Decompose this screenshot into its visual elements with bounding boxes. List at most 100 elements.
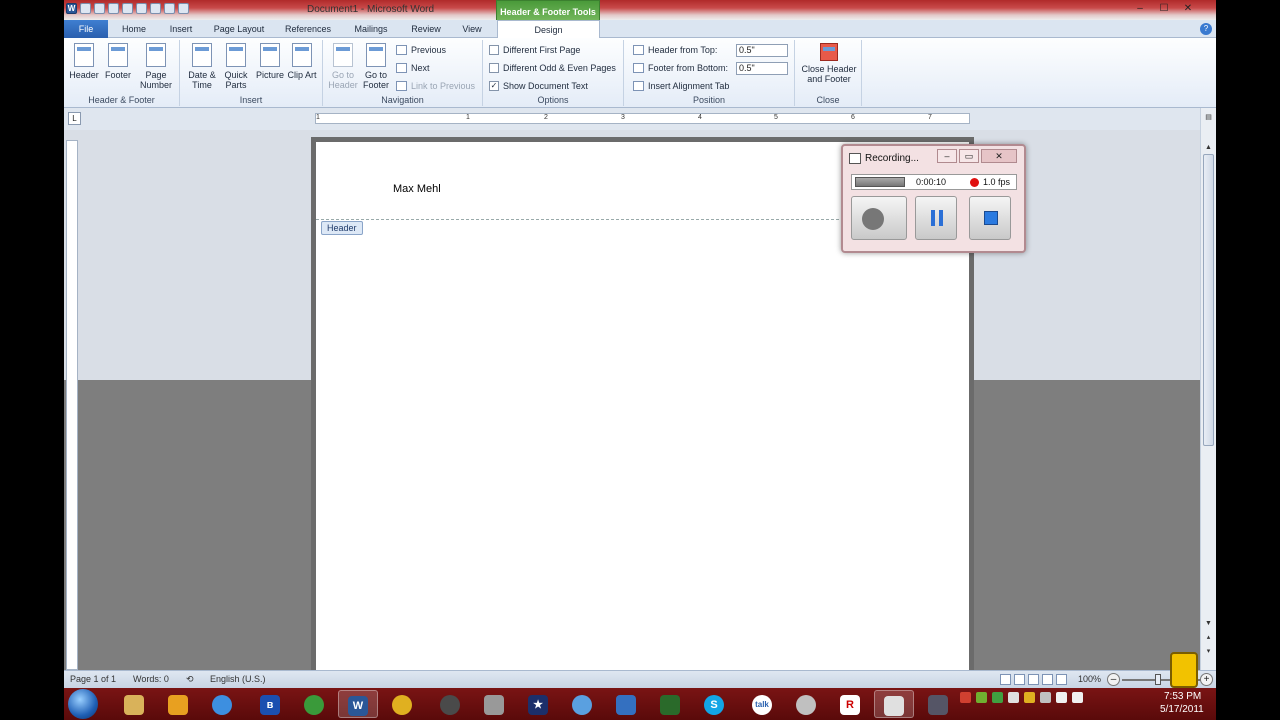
word-count[interactable]: Words: 0 bbox=[133, 674, 169, 684]
horizontal-ruler[interactable]: 1 1 2 3 4 5 6 7 bbox=[315, 113, 970, 124]
previous-page-icon[interactable]: ▴ bbox=[1203, 632, 1214, 643]
draft-view-icon[interactable] bbox=[1056, 674, 1067, 685]
print-preview-icon[interactable] bbox=[136, 3, 147, 14]
undo-icon[interactable] bbox=[94, 3, 105, 14]
picture-button[interactable]: Picture bbox=[252, 43, 288, 80]
clip-art-button[interactable]: Clip Art bbox=[284, 43, 320, 80]
page-number-button[interactable]: Page Number bbox=[136, 43, 176, 90]
tray-icon-5[interactable] bbox=[1024, 692, 1035, 703]
taskbar-word[interactable]: W bbox=[338, 690, 378, 718]
recorder-close-icon[interactable]: ✕ bbox=[981, 149, 1017, 163]
taskbar-monitor[interactable] bbox=[650, 690, 690, 718]
header-text[interactable]: Max Mehl bbox=[393, 183, 441, 195]
show-document-text-checkbox[interactable]: ✓ Show Document Text bbox=[489, 79, 588, 93]
taskbar-bluetooth[interactable]: ʙ bbox=[250, 690, 290, 718]
taskbar-outlook[interactable] bbox=[158, 690, 198, 718]
tab-references[interactable]: References bbox=[282, 20, 334, 38]
tray-icon-6[interactable] bbox=[1040, 692, 1051, 703]
taskbar-disc[interactable] bbox=[786, 690, 826, 718]
footer-from-bottom-input[interactable]: 0.5" bbox=[736, 62, 788, 75]
taskbar-remote[interactable] bbox=[606, 690, 646, 718]
page-count[interactable]: Page 1 of 1 bbox=[70, 674, 116, 684]
help-icon[interactable]: ? bbox=[1200, 23, 1212, 35]
taskbar-explorer[interactable] bbox=[114, 690, 154, 718]
web-layout-icon[interactable] bbox=[1028, 674, 1039, 685]
proofing-icon[interactable]: ⟲ bbox=[186, 674, 194, 685]
word-app-icon[interactable]: W bbox=[66, 3, 77, 14]
close-header-footer-button[interactable]: Close Header and Footer bbox=[799, 43, 859, 84]
clock-time[interactable]: 7:53 PM bbox=[1164, 691, 1201, 702]
scroll-down-icon[interactable]: ▼ bbox=[1203, 618, 1214, 629]
zoom-in-icon[interactable]: + bbox=[1200, 673, 1213, 686]
different-first-page-checkbox[interactable]: Different First Page bbox=[489, 43, 580, 57]
volume-icon[interactable] bbox=[1072, 692, 1083, 703]
email-icon[interactable] bbox=[178, 3, 189, 14]
open-icon[interactable] bbox=[164, 3, 175, 14]
taskbar-itunes[interactable] bbox=[562, 690, 602, 718]
tab-file[interactable]: File bbox=[64, 20, 108, 38]
taskbar-steam[interactable] bbox=[430, 690, 470, 718]
zoom-slider[interactable] bbox=[1122, 679, 1212, 681]
pause-button[interactable] bbox=[915, 196, 957, 240]
tray-icon-4[interactable] bbox=[1008, 692, 1019, 703]
zoom-out-icon[interactable]: – bbox=[1107, 673, 1120, 686]
taskbar-star-app[interactable]: ★ bbox=[518, 690, 558, 718]
recorder-minimize-icon[interactable]: – bbox=[937, 149, 957, 163]
clock-date[interactable]: 5/17/2011 bbox=[1160, 704, 1204, 715]
taskbar-roblox[interactable]: R bbox=[830, 690, 870, 718]
tab-review[interactable]: Review bbox=[408, 20, 444, 38]
taskbar-gtalk[interactable]: talk bbox=[742, 690, 782, 718]
taskbar-media[interactable] bbox=[294, 690, 334, 718]
language[interactable]: English (U.S.) bbox=[210, 674, 266, 684]
tab-selector[interactable]: L bbox=[68, 112, 81, 125]
date-time-button[interactable]: Date & Time bbox=[184, 43, 220, 90]
go-to-header-button[interactable]: Go to Header bbox=[325, 43, 361, 90]
vertical-scrollbar[interactable]: ▤ ▲ ▼ ▴ ▾ bbox=[1200, 108, 1216, 670]
recorder-menu-dropdown[interactable] bbox=[855, 177, 905, 187]
tab-mailings[interactable]: Mailings bbox=[348, 20, 394, 38]
scroll-up-icon[interactable]: ▲ bbox=[1203, 142, 1214, 153]
zoom-level[interactable]: 100% bbox=[1078, 674, 1101, 684]
outline-view-icon[interactable] bbox=[1042, 674, 1053, 685]
header-from-top-input[interactable]: 0.5" bbox=[736, 44, 788, 57]
network-icon[interactable] bbox=[1056, 692, 1067, 703]
minimize-button[interactable]: – bbox=[1130, 2, 1150, 15]
start-button[interactable] bbox=[68, 689, 98, 719]
tab-page-layout[interactable]: Page Layout bbox=[211, 20, 267, 38]
different-odd-even-checkbox[interactable]: Different Odd & Even Pages bbox=[489, 61, 616, 75]
insert-alignment-tab-button[interactable]: Insert Alignment Tab bbox=[633, 79, 729, 93]
tab-insert[interactable]: Insert bbox=[166, 20, 196, 38]
next-button[interactable]: Next bbox=[396, 61, 430, 75]
full-screen-reading-icon[interactable] bbox=[1014, 674, 1025, 685]
next-page-icon[interactable]: ▾ bbox=[1203, 646, 1214, 657]
maximize-button[interactable]: ☐ bbox=[1154, 2, 1174, 15]
link-to-previous-button[interactable]: Link to Previous bbox=[396, 79, 475, 93]
go-to-footer-button[interactable]: Go to Footer bbox=[358, 43, 394, 90]
ruler-toggle-icon[interactable]: ▤ bbox=[1203, 112, 1214, 123]
redo-icon[interactable] bbox=[108, 3, 119, 14]
tray-icon-3[interactable] bbox=[992, 692, 1003, 703]
taskbar-recorder[interactable] bbox=[874, 690, 914, 718]
footer-button[interactable]: Footer bbox=[100, 43, 136, 80]
recorder-maximize-icon[interactable]: ▭ bbox=[959, 149, 979, 163]
tab-view[interactable]: View bbox=[457, 20, 487, 38]
taskbar-chrome[interactable] bbox=[382, 690, 422, 718]
print-icon[interactable] bbox=[150, 3, 161, 14]
quick-parts-button[interactable]: Quick Parts bbox=[218, 43, 254, 90]
zoom-slider-thumb[interactable] bbox=[1155, 674, 1161, 685]
tray-icon-1[interactable] bbox=[960, 692, 971, 703]
taskbar-ie[interactable] bbox=[202, 690, 242, 718]
taskbar-app[interactable] bbox=[474, 690, 514, 718]
header-button[interactable]: Header bbox=[66, 43, 102, 80]
taskbar-skype[interactable]: S bbox=[694, 690, 734, 718]
stop-button[interactable] bbox=[969, 196, 1011, 240]
new-document-icon[interactable] bbox=[122, 3, 133, 14]
record-button[interactable] bbox=[851, 196, 907, 240]
print-layout-view-icon[interactable] bbox=[1000, 674, 1011, 685]
save-icon[interactable] bbox=[80, 3, 91, 14]
tab-home[interactable]: Home bbox=[119, 20, 149, 38]
tray-icon-2[interactable] bbox=[976, 692, 987, 703]
close-button[interactable]: ✕ bbox=[1178, 2, 1198, 15]
previous-button[interactable]: Previous bbox=[396, 43, 446, 57]
tab-design[interactable]: Design bbox=[497, 20, 600, 39]
